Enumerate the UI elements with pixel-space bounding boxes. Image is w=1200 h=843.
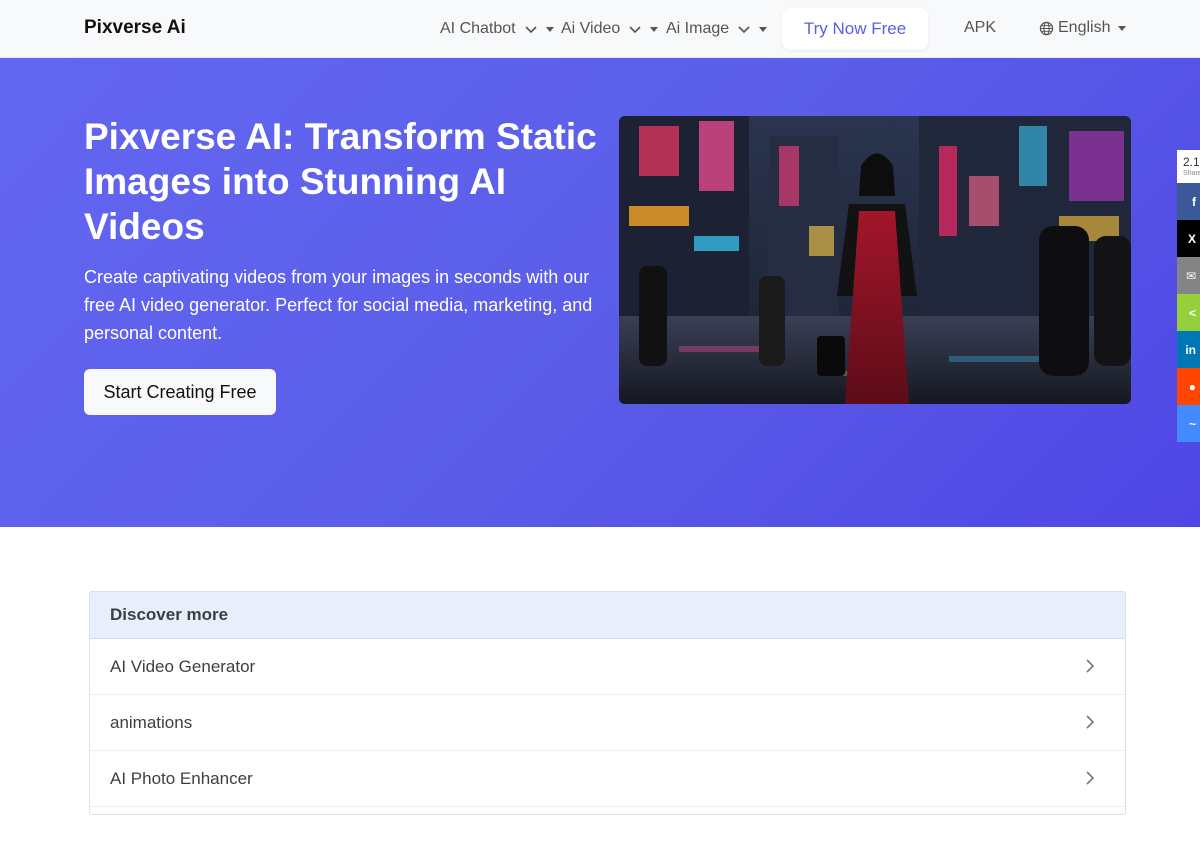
x-share-button[interactable]: X	[1177, 220, 1200, 257]
caret-down-icon	[1118, 25, 1127, 31]
chevron-right-icon	[1086, 771, 1095, 785]
discover-item-ai-video-generator[interactable]: AI Video Generator	[90, 639, 1125, 695]
nav-ai-chatbot[interactable]: AI Chatbot	[440, 0, 554, 58]
share-count: 2.1 Shares	[1177, 150, 1200, 183]
caret-down-icon	[759, 26, 768, 32]
discover-item-label: animations	[110, 712, 193, 732]
hero-image	[619, 116, 1131, 404]
discover-more-heading: Discover more	[90, 592, 1125, 639]
reddit-share-button[interactable]: ●	[1177, 368, 1200, 405]
nav-ai-image-label: Ai Image	[666, 20, 730, 37]
nav-ai-video-label: Ai Video	[561, 20, 621, 37]
caret-down-icon	[545, 26, 554, 32]
sharethis-share-button[interactable]: <	[1177, 294, 1200, 331]
apk-link[interactable]: APK	[964, 19, 996, 37]
brand-logo[interactable]: Pixverse Ai	[84, 17, 186, 39]
chevron-down-icon	[738, 26, 750, 34]
language-label: English	[1058, 19, 1111, 36]
email-share-button[interactable]: ✉	[1177, 257, 1200, 294]
messenger-share-button[interactable]: ~	[1177, 405, 1200, 442]
share-count-label: Shares	[1183, 170, 1200, 177]
chevron-right-icon	[1086, 715, 1095, 729]
hero-subtitle: Create captivating videos from your imag…	[84, 267, 593, 343]
facebook-share-button[interactable]: f	[1177, 183, 1200, 220]
discover-item-label: AI Video Generator	[110, 656, 256, 676]
nav-ai-video[interactable]: Ai Video	[561, 0, 659, 58]
x-icon: X	[1187, 231, 1196, 246]
share-bar: 2.1 Shares f X ✉ < in ● ~	[1177, 150, 1200, 442]
discover-item-animations[interactable]: animations	[90, 695, 1125, 751]
nav-ai-image[interactable]: Ai Image	[666, 0, 768, 58]
start-creating-button[interactable]: Start Creating Free	[84, 369, 276, 415]
chevron-right-icon	[1086, 659, 1095, 673]
messenger-icon: ~	[1188, 416, 1196, 431]
globe-icon	[1039, 21, 1054, 35]
hero-title: Pixverse AI: Transform Static Images int…	[84, 116, 597, 247]
hero-section: Pixverse AI: Transform Static Images int…	[0, 58, 1200, 527]
sharethis-icon: <	[1188, 305, 1196, 320]
discover-more-panel: Discover more AI Video Generator animati…	[89, 591, 1126, 815]
discover-item-ai-photo-enhancer[interactable]: AI Photo Enhancer	[90, 751, 1125, 807]
navbar: Pixverse Ai AI Chatbot Ai Video Ai Image…	[0, 0, 1200, 58]
nav-ai-chatbot-label: AI Chatbot	[440, 20, 516, 37]
email-icon: ✉	[1185, 268, 1196, 283]
language-selector[interactable]: English	[1039, 19, 1127, 37]
caret-down-icon	[650, 26, 659, 32]
facebook-icon: f	[1192, 194, 1196, 209]
chevron-down-icon	[525, 26, 537, 34]
linkedin-share-button[interactable]: in	[1177, 331, 1200, 368]
linkedin-icon: in	[1185, 342, 1196, 357]
share-count-value: 2.1	[1183, 155, 1200, 169]
try-now-free-button[interactable]: Try Now Free	[782, 8, 928, 50]
reddit-icon: ●	[1188, 379, 1196, 394]
chevron-down-icon	[629, 26, 641, 34]
discover-item-label: AI Photo Enhancer	[110, 768, 253, 788]
